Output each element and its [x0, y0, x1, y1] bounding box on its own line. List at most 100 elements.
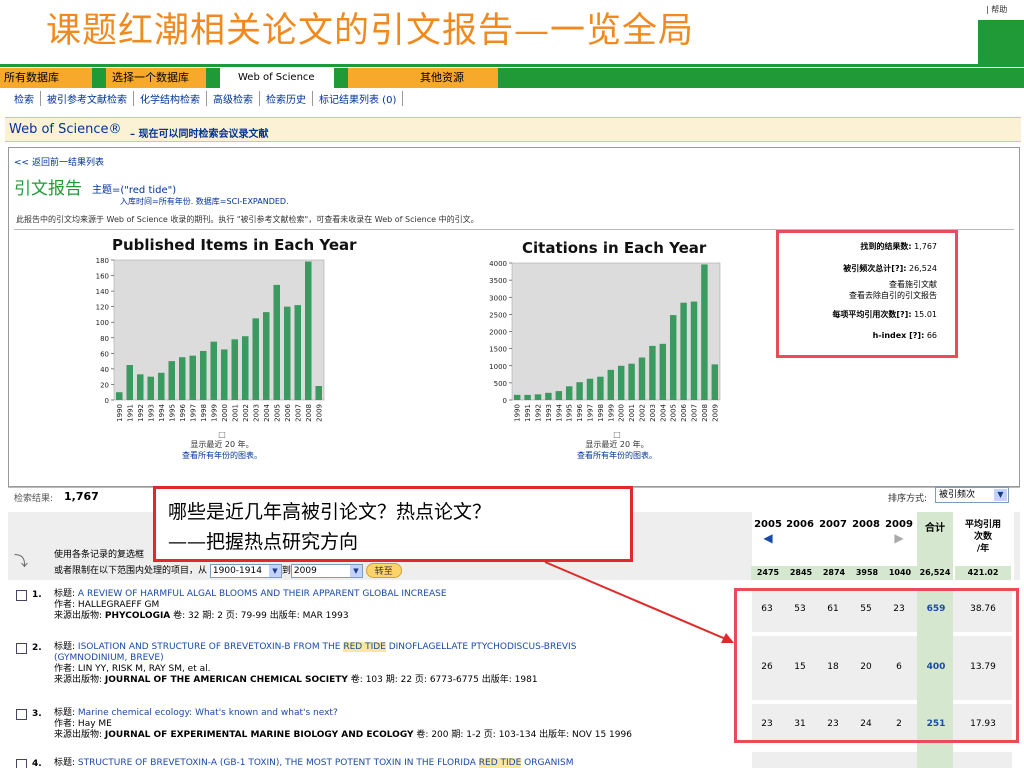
tab-divider	[92, 68, 106, 88]
range-to-select[interactable]: 2009 ▼	[290, 563, 363, 578]
chart-footer-text: 显示最近 20 年。	[585, 440, 649, 449]
avg-header-line: 次数	[973, 532, 992, 542]
y-tick-label: 100	[96, 319, 109, 327]
record-source: PHYCOLOGIA	[104, 611, 171, 621]
year-total: 2475	[751, 566, 785, 580]
bar	[115, 392, 123, 400]
bar	[534, 394, 542, 400]
x-tick-label: 1990	[116, 404, 124, 422]
subnav-search-history[interactable]: 检索历史	[260, 91, 313, 106]
year-total: 2845	[784, 566, 818, 580]
chart-all-years-link[interactable]: 查看所有年份的图表。	[555, 450, 679, 461]
record-checkbox[interactable]	[16, 759, 27, 768]
subnav-search[interactable]: 检索	[8, 91, 41, 106]
year-total: 1040	[883, 566, 917, 580]
record-title-line: 标题: STRUCTURE OF BREVETOXIN-A (GB-1 TOXI…	[54, 758, 574, 768]
report-db-info: 入库时间=所有年份. 数据库=SCI-EXPANDED.	[120, 197, 289, 206]
record-details: 卷: 200 期: 1-2 页: 103-134 出版年: NOV 15 199…	[416, 730, 632, 740]
record-checkbox[interactable]	[16, 590, 27, 601]
chart-all-years-link[interactable]: 查看所有年份的图表。	[160, 450, 284, 461]
help-link[interactable]: | 帮助	[986, 4, 1007, 15]
y-tick-label: 60	[100, 350, 109, 358]
next-years-icon[interactable]: ▶	[883, 531, 915, 545]
citing-articles-link[interactable]: 查看施引文献	[889, 279, 937, 290]
go-button[interactable]: 转至	[365, 563, 402, 578]
sort-select[interactable]: 被引频次 ▼	[935, 487, 1009, 503]
record-title-part: STRUCTURE OF BREVETOXIN-A (GB-1 TOXIN), …	[77, 758, 479, 768]
x-tick-label: 1997	[587, 404, 595, 422]
bar	[659, 343, 667, 400]
x-tick-label: 1991	[524, 404, 532, 422]
row-bg	[752, 752, 1012, 768]
y-tick-label: 80	[100, 335, 109, 343]
sort-label: 排序方式:	[888, 494, 928, 504]
bar	[210, 341, 218, 400]
record-source-prefix: 来源出版物:	[54, 730, 103, 740]
bar	[315, 386, 323, 400]
stat-avg: 每项平均引用次数[?]: 15.01	[832, 309, 937, 320]
bar	[597, 376, 604, 400]
subnav-marked-list[interactable]: 标记结果列表 (0)	[313, 91, 404, 106]
callout-line: 哪些是近几年高被引论文？热点论文？	[168, 501, 492, 523]
range-to-label: 到	[281, 566, 291, 576]
range-hint: 或者限制在以下范围内处理的项目，从	[54, 566, 208, 576]
plot-area	[113, 259, 325, 401]
y-tick-label: 120	[96, 304, 109, 312]
x-tick-label: 2005	[273, 404, 281, 422]
record-title-link[interactable]: A REVIEW OF HARMFUL ALGAL BLOOMS AND THE…	[78, 589, 447, 599]
stat-found-value: 1,767	[914, 242, 937, 251]
subnav-structure-search[interactable]: 化学结构检索	[134, 91, 207, 106]
stat-found: 找到的结果数: 1,767	[860, 241, 937, 252]
range-from-select[interactable]: 1900-1914 ▼	[209, 563, 282, 578]
x-tick-label: 1996	[179, 403, 187, 421]
x-tick-label: 1990	[514, 404, 522, 422]
record-title-link[interactable]: ISOLATION AND STRUCTURE OF BREVETOXIN-B …	[77, 642, 576, 652]
tab-web-of-science[interactable]: Web of Science	[220, 68, 334, 88]
bar	[690, 301, 698, 400]
avg-header: 平均引用 次数 /年	[955, 519, 1011, 555]
y-tick-label: 3000	[489, 294, 507, 302]
no-self-cite-link[interactable]: 查看去除自引的引文报告	[849, 290, 937, 301]
back-link[interactable]: << 返回前一结果列表	[14, 155, 104, 168]
year-header: 2009	[885, 519, 913, 530]
chart-footer-text: 显示最近 20 年。	[190, 440, 254, 449]
grand-total: 26,524	[918, 566, 952, 580]
x-tick-label: 1991	[126, 404, 134, 422]
subnav-cited-ref-search[interactable]: 被引参考文献检索	[41, 91, 134, 106]
x-tick-label: 2000	[221, 404, 229, 422]
tab-select-database[interactable]: 选择一个数据库	[106, 68, 206, 88]
tab-other-resources[interactable]: 其他资源	[348, 68, 498, 88]
expand-icon[interactable]: □	[555, 430, 679, 439]
record-source-prefix: 来源出版物:	[54, 675, 103, 685]
record-number: 1.	[32, 590, 42, 600]
x-tick-label: 2008	[305, 404, 313, 422]
record-author-prefix: 作者:	[54, 664, 76, 674]
y-tick-label: 2500	[489, 311, 507, 319]
subnav-advanced-search[interactable]: 高级检索	[207, 91, 260, 106]
stat-avg-label: 每项平均引用次数[?]:	[832, 310, 912, 319]
record-checkbox[interactable]	[16, 643, 27, 654]
prev-years-icon[interactable]: ◀	[752, 531, 784, 545]
y-tick-label: 140	[96, 288, 109, 296]
record-title-link[interactable]: Marine chemical ecology: What's known an…	[78, 708, 338, 718]
record-title-link[interactable]: STRUCTURE OF BREVETOXIN-A (GB-1 TOXIN), …	[78, 758, 574, 768]
tab-all-databases[interactable]: 所有数据库	[0, 68, 92, 88]
record-number: 2.	[32, 643, 42, 653]
x-tick-label: 1994	[555, 403, 563, 421]
bar	[157, 372, 165, 400]
record-title-part: ISOLATION AND STRUCTURE OF BREVETOXIN-B …	[77, 642, 344, 652]
bar	[701, 264, 708, 400]
y-tick-label: 160	[96, 273, 109, 281]
bar	[628, 363, 635, 400]
total-header: 合计	[925, 523, 945, 534]
x-tick-label: 2000	[618, 404, 626, 422]
year-total: 3958	[850, 566, 884, 580]
bar	[586, 378, 594, 400]
record-title-cont[interactable]: (GYMNODINIUM, BREVE)	[54, 653, 576, 664]
record-checkbox[interactable]	[16, 709, 27, 720]
y-tick-label: 500	[494, 380, 507, 388]
record-source: JOURNAL OF EXPERIMENTAL MARINE BIOLOGY A…	[104, 730, 414, 740]
bar	[617, 365, 625, 400]
record-body: 标题: A REVIEW OF HARMFUL ALGAL BLOOMS AND…	[54, 589, 447, 622]
expand-icon[interactable]: □	[160, 430, 284, 439]
